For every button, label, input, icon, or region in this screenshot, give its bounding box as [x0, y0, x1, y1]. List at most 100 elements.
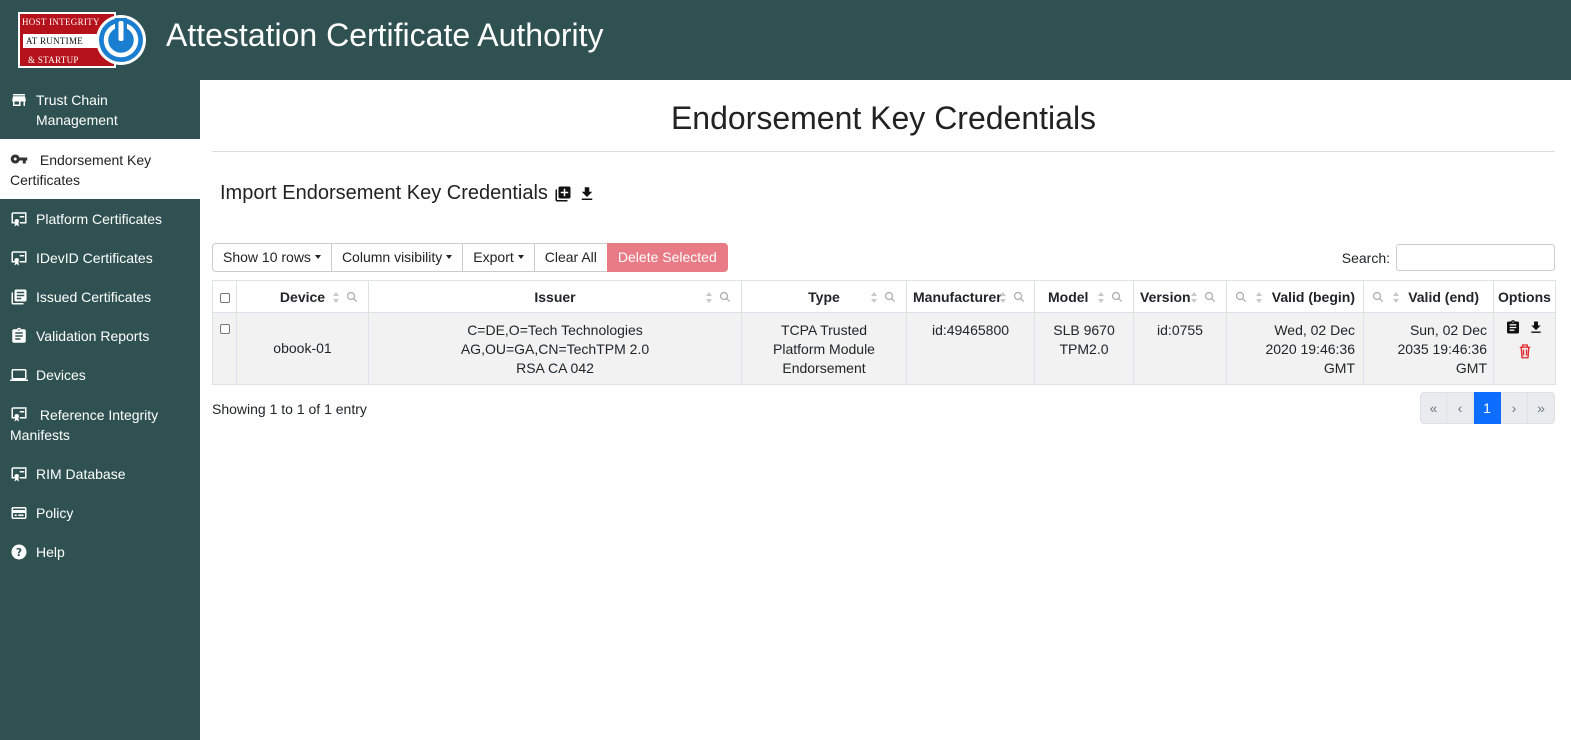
pagination: « ‹ 1 › »: [1420, 392, 1555, 424]
clear-all-button[interactable]: Clear All: [533, 243, 607, 272]
column-search-icon[interactable]: [346, 291, 358, 303]
table-row: obook-01 C=DE,O=Tech Technologies AG,OU=…: [212, 312, 1556, 385]
sort-icon[interactable]: [870, 292, 878, 303]
column-search-icon[interactable]: [1372, 291, 1384, 303]
store-icon: [12, 94, 26, 106]
column-header-valid-end[interactable]: Valid (end): [1363, 280, 1494, 313]
download-icon[interactable]: [1528, 319, 1544, 336]
cell-valid-end-text: Sun, 02 Dec 2035 19:46:36 GMT: [1397, 322, 1487, 376]
app-title: Attestation Certificate Authority: [166, 17, 604, 53]
sidebar-item-label: Devices: [36, 367, 86, 383]
sidebar-item-issued-certificates[interactable]: Issued Certificates: [0, 277, 200, 316]
column-label: Options: [1498, 288, 1551, 305]
column-label: Device: [279, 288, 326, 305]
cell-type: TCPA Trusted Platform Module Endorsement: [741, 312, 907, 385]
cell-version: id:0755: [1133, 312, 1227, 385]
cell-issuer-text: C=DE,O=Tech Technologies AG,OU=GA,CN=Tec…: [460, 322, 650, 376]
app-header: HOST INTEGRITY AT RUNTIME & STARTUP Atte…: [0, 0, 1571, 80]
column-header-model[interactable]: Model: [1034, 280, 1134, 313]
page-first-button[interactable]: «: [1420, 392, 1447, 424]
sidebar-item-label: Policy: [36, 505, 74, 521]
export-button[interactable]: Export: [462, 243, 534, 272]
download-icon[interactable]: [578, 185, 596, 203]
sort-icon[interactable]: [1097, 292, 1105, 303]
sort-icon[interactable]: [1392, 292, 1400, 303]
column-search-icon[interactable]: [719, 291, 731, 303]
certificate-icon: [11, 251, 27, 266]
hirs-logo[interactable]: HOST INTEGRITY AT RUNTIME & STARTUP: [18, 12, 146, 68]
sidebar-item-endorsement-key-certificates[interactable]: Endorsement Key Certificates: [0, 139, 200, 199]
sort-icon[interactable]: [332, 292, 340, 303]
column-label: Manufacturer: [913, 288, 1002, 305]
import-label: Import Endorsement Key Credentials: [220, 182, 548, 204]
trash-icon[interactable]: [1516, 341, 1534, 361]
add-library-icon[interactable]: [554, 185, 572, 203]
column-label: Version: [1140, 288, 1191, 305]
page-number-button[interactable]: 1: [1474, 392, 1501, 424]
library-books-icon: [11, 289, 27, 305]
sidebar-item-trust-chain-management[interactable]: Trust Chain Management: [0, 80, 200, 139]
sort-icon[interactable]: [1255, 292, 1263, 303]
main-content: Endorsement Key Credentials Import Endor…: [212, 80, 1556, 740]
logo-line-1: HOST INTEGRITY: [22, 17, 100, 27]
policy-card-icon: [11, 507, 27, 519]
column-label: Valid (end): [1408, 288, 1479, 305]
cell-manufacturer: id:49465800: [906, 312, 1035, 385]
sidebar-item-policy[interactable]: Policy: [0, 493, 200, 532]
column-search-icon[interactable]: [1013, 291, 1025, 303]
clipboard-details-icon[interactable]: [1505, 319, 1521, 336]
column-header-issuer[interactable]: Issuer: [368, 280, 742, 313]
delete-selected-button[interactable]: Delete Selected: [606, 243, 728, 272]
key-icon: [10, 154, 28, 164]
sidebar-item-label: Platform Certificates: [36, 211, 163, 227]
table-header-row: Device Issuer Type Manufacturer Model Ve…: [212, 280, 1556, 313]
cell-model-text: SLB 9670 TPM2.0: [1053, 322, 1115, 357]
cell-model: SLB 9670 TPM2.0: [1034, 312, 1134, 385]
sidebar-item-label: RIM Database: [36, 466, 126, 482]
column-header-options: Options: [1493, 280, 1556, 313]
column-header-valid-begin[interactable]: Valid (begin): [1226, 280, 1364, 313]
page-prev-button[interactable]: ‹: [1447, 392, 1474, 424]
select-all-cell: [212, 280, 237, 313]
cell-options: [1493, 312, 1556, 385]
row-checkbox[interactable]: [219, 324, 230, 335]
sidebar-item-rim-database[interactable]: RIM Database: [0, 454, 200, 493]
page-last-button[interactable]: »: [1528, 392, 1555, 424]
page-title: Endorsement Key Credentials: [670, 100, 1097, 136]
sort-icon[interactable]: [705, 292, 713, 303]
power-icon: [96, 15, 146, 65]
sidebar-item-reference-integrity-manifests[interactable]: Reference Integrity Manifests: [0, 394, 200, 454]
column-search-icon[interactable]: [1204, 291, 1216, 303]
column-label: Model: [1048, 288, 1089, 305]
sidebar-item-validation-reports[interactable]: Validation Reports: [0, 316, 200, 355]
row-select-cell: [212, 312, 237, 385]
column-search-icon[interactable]: [884, 291, 896, 303]
column-header-version[interactable]: Version: [1133, 280, 1227, 313]
show-rows-button[interactable]: Show 10 rows: [212, 243, 331, 272]
sidebar-item-help[interactable]: ? Help: [0, 532, 200, 571]
sidebar-item-devices[interactable]: Devices: [0, 355, 200, 394]
column-header-device[interactable]: Device: [236, 280, 369, 313]
select-all-checkbox[interactable]: [219, 292, 230, 303]
sidebar-nav: Trust Chain Management Endorsement Key C…: [0, 80, 200, 740]
certificate-icon: [11, 407, 27, 422]
logo-line-3: & STARTUP: [28, 55, 79, 65]
sidebar-item-label: Trust Chain Management: [36, 92, 118, 128]
column-header-type[interactable]: Type: [741, 280, 907, 313]
sort-icon[interactable]: [999, 292, 1007, 303]
column-search-icon[interactable]: [1111, 291, 1123, 303]
sidebar-item-idevid-certificates[interactable]: IDevID Certificates: [0, 238, 200, 277]
credentials-table: Device Issuer Type Manufacturer Model Ve…: [212, 280, 1556, 385]
sidebar-item-label: Issued Certificates: [36, 289, 152, 305]
column-search-icon[interactable]: [1235, 291, 1247, 303]
sidebar-item-label: Reference Integrity Manifests: [10, 407, 159, 443]
svg-text:?: ?: [16, 547, 22, 559]
column-visibility-button[interactable]: Column visibility: [330, 243, 463, 272]
table-search: Search:: [1342, 244, 1555, 271]
sidebar-item-platform-certificates[interactable]: Platform Certificates: [0, 199, 200, 238]
certificate-icon: [11, 467, 27, 482]
search-input[interactable]: [1396, 244, 1555, 271]
page-next-button[interactable]: ›: [1501, 392, 1528, 424]
sort-icon[interactable]: [1190, 292, 1198, 303]
column-header-manufacturer[interactable]: Manufacturer: [906, 280, 1035, 313]
